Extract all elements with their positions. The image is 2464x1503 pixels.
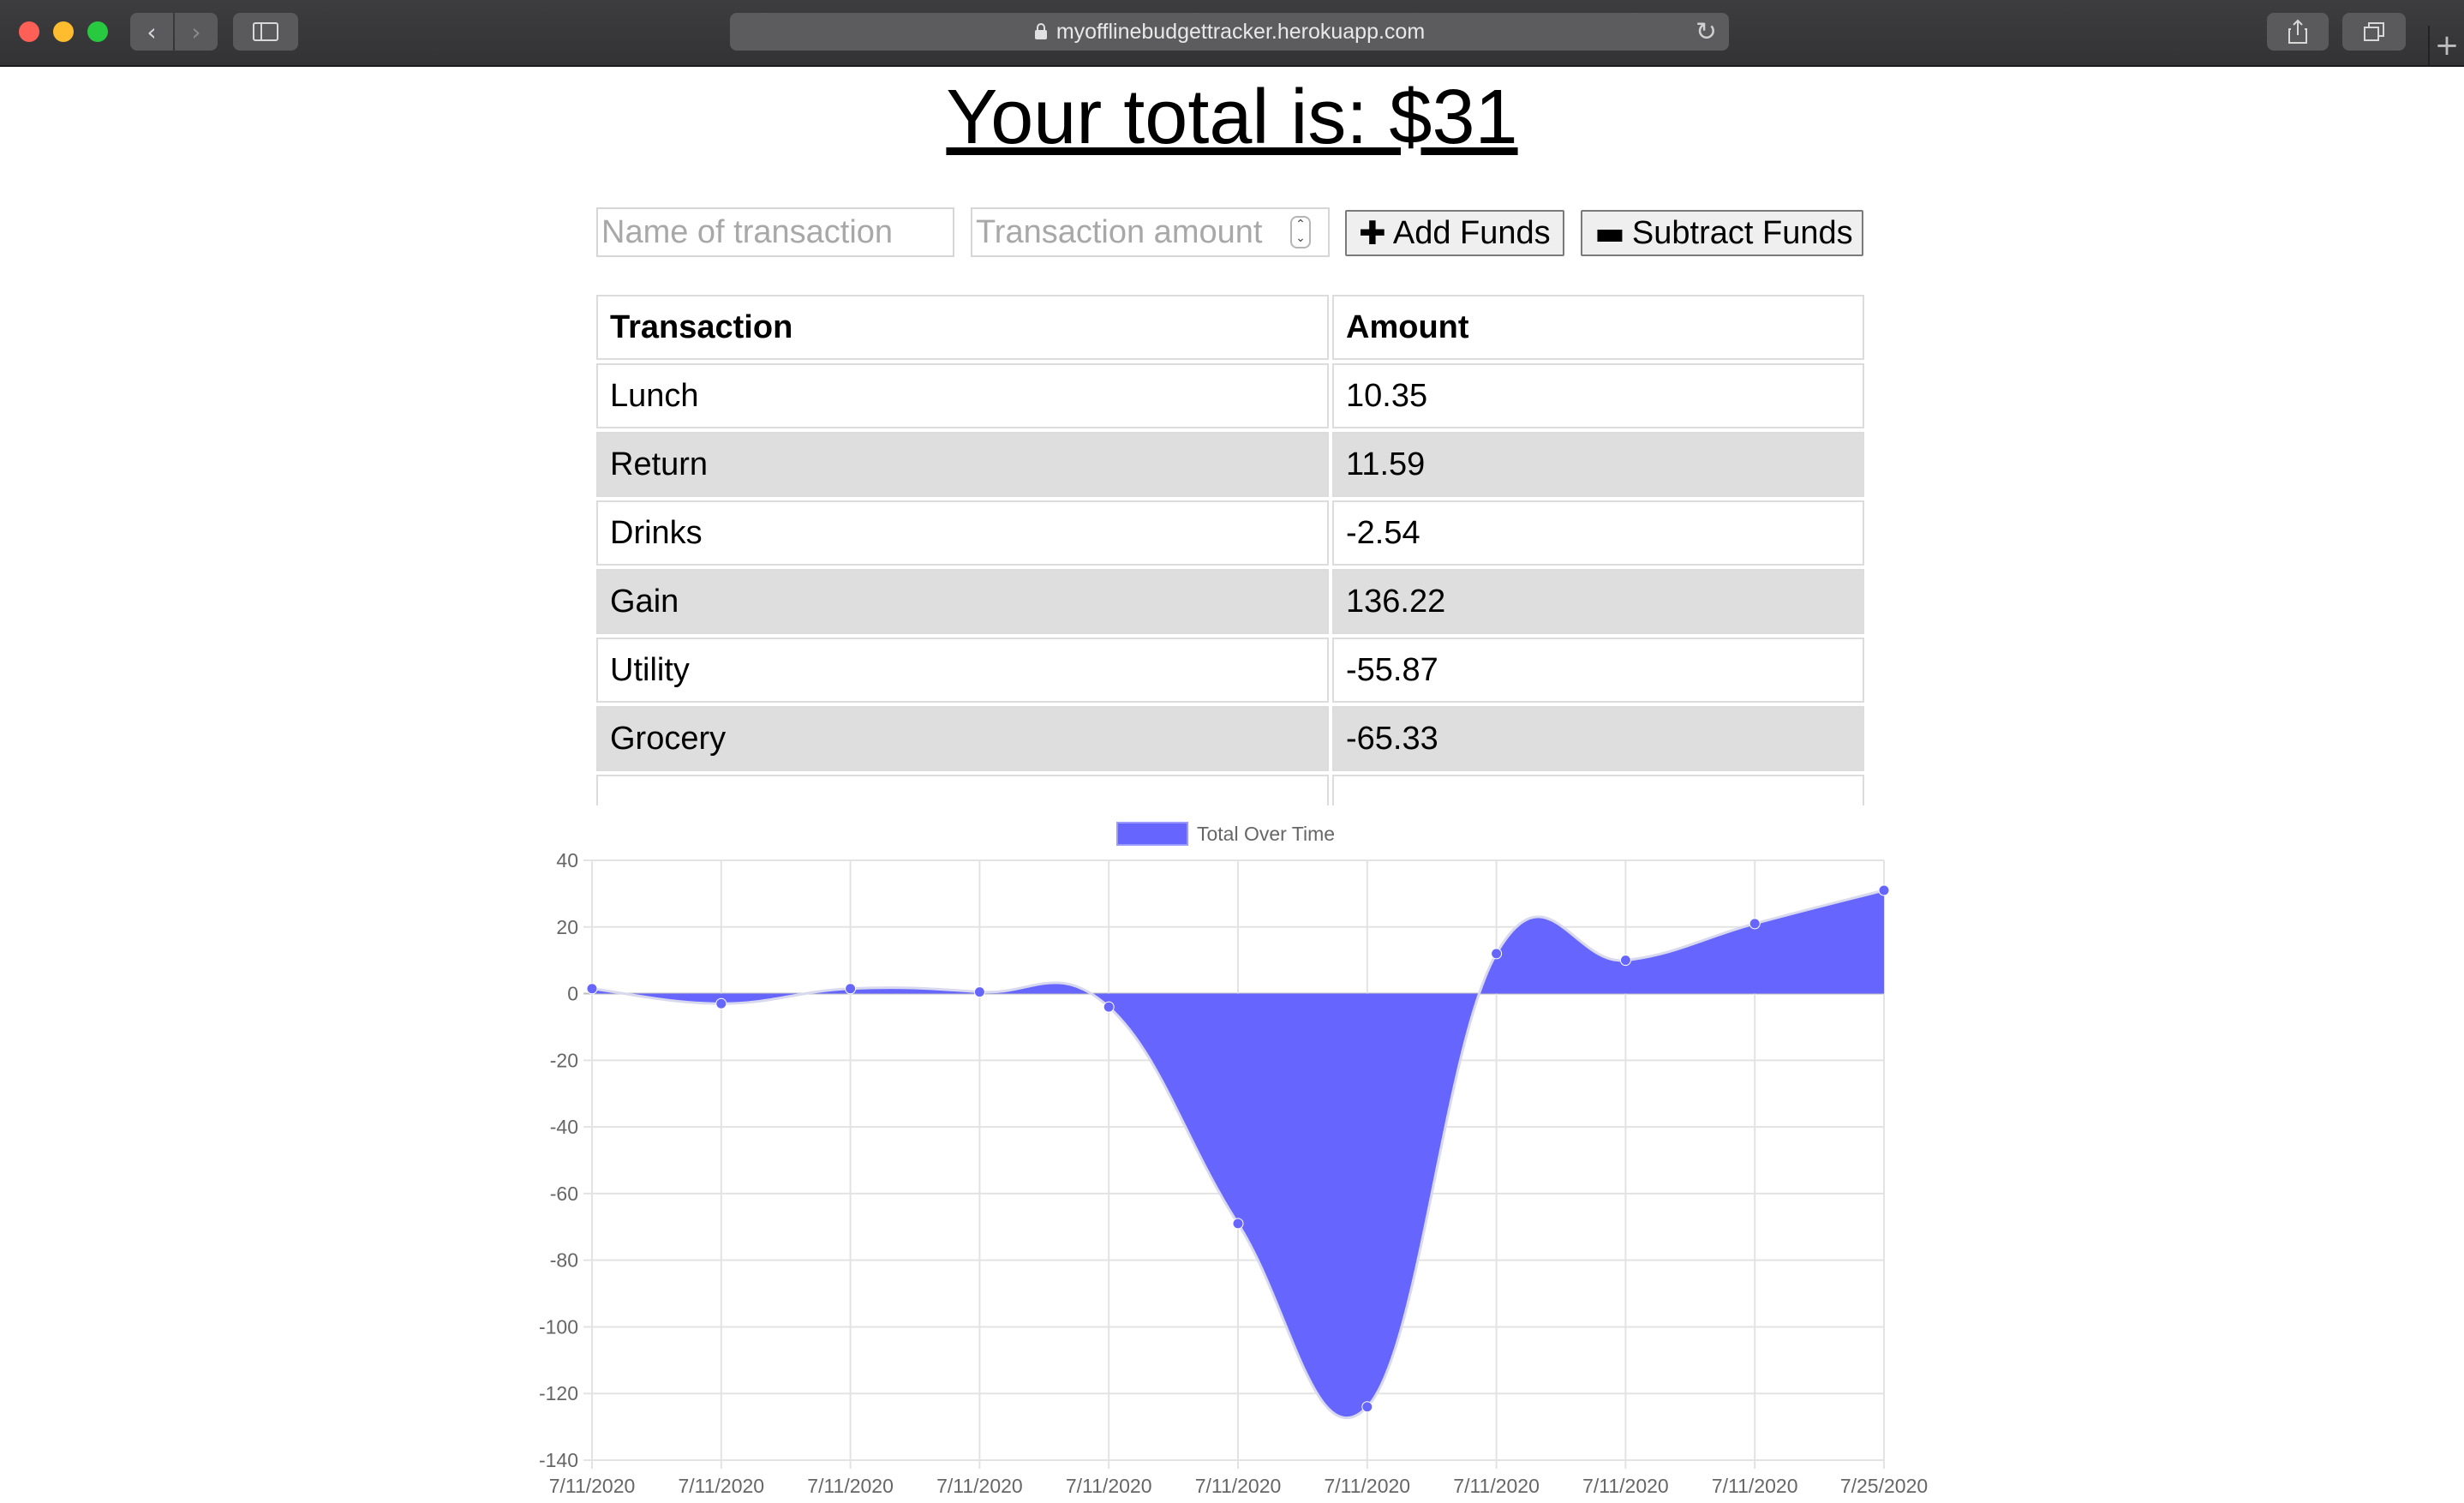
data-point xyxy=(845,983,857,995)
x-tick-label: 7/11/2020 xyxy=(1712,1475,1798,1497)
x-tick-label: 7/11/2020 xyxy=(807,1475,894,1497)
tab-overview-button[interactable] xyxy=(2342,13,2406,51)
x-tick-label: 7/11/2020 xyxy=(1453,1475,1540,1497)
add-funds-label: Add Funds xyxy=(1392,214,1551,251)
data-point xyxy=(1232,1218,1244,1230)
x-tick-label: 7/11/2020 xyxy=(549,1475,636,1497)
table-row xyxy=(596,775,1864,805)
add-funds-button[interactable]: ✚ Add Funds xyxy=(1345,210,1564,256)
table-header-row: Transaction Amount xyxy=(596,295,1864,360)
subtract-funds-button[interactable]: ▬ Subtract Funds xyxy=(1581,210,1863,256)
data-point xyxy=(715,997,727,1009)
reload-icon[interactable]: ↻ xyxy=(1695,17,1717,47)
share-icon xyxy=(2288,19,2307,44)
x-tick-label: 7/25/2020 xyxy=(1840,1475,1928,1497)
chevron-left-icon: ‹ xyxy=(147,17,157,46)
close-window-button[interactable] xyxy=(19,21,39,42)
transaction-name-cell: Drinks xyxy=(596,500,1329,566)
tabs-overview-icon xyxy=(2364,22,2384,41)
transaction-amount-cell: -2.54 xyxy=(1332,500,1864,566)
transactions-table: Transaction Amount Lunch 10.35 Return 11… xyxy=(596,295,1864,805)
column-header-transaction: Transaction xyxy=(596,295,1329,360)
y-tick-label: -120 xyxy=(539,1382,578,1404)
new-tab-button[interactable]: + xyxy=(2428,26,2464,65)
sidebar-toggle-button[interactable] xyxy=(233,13,298,51)
y-tick-label: -60 xyxy=(550,1183,578,1205)
total-heading: Your total is: $31 xyxy=(946,75,1518,160)
chevron-right-icon: › xyxy=(191,17,201,46)
y-tick-label: 0 xyxy=(567,983,578,1005)
y-tick-label: 40 xyxy=(556,849,578,871)
data-point xyxy=(1749,918,1761,930)
subtract-funds-label: Subtract Funds xyxy=(1631,214,1853,251)
forward-button[interactable]: › xyxy=(175,13,218,51)
x-tick-label: 7/11/2020 xyxy=(936,1475,1023,1497)
column-header-amount: Amount xyxy=(1332,295,1864,360)
data-point xyxy=(1619,955,1631,967)
url-text: myofflinebudgettracker.herokuapp.com xyxy=(1056,19,1426,44)
y-tick-label: 20 xyxy=(556,916,578,938)
transaction-amount-cell xyxy=(1332,775,1864,805)
back-button[interactable]: ‹ xyxy=(130,13,173,51)
amount-stepper[interactable]: ⌃ ⌄ xyxy=(1290,216,1311,249)
lock-icon xyxy=(1034,23,1047,39)
transaction-amount-cell: 10.35 xyxy=(1332,363,1864,428)
data-point xyxy=(1103,1001,1115,1013)
data-point xyxy=(1361,1401,1373,1413)
x-tick-label: 7/11/2020 xyxy=(1195,1475,1282,1497)
table-row: Return 11.59 xyxy=(596,432,1864,497)
transaction-amount-cell: 11.59 xyxy=(1332,432,1864,497)
legend-label: Total Over Time xyxy=(1197,823,1335,845)
share-button[interactable] xyxy=(2267,13,2329,51)
browser-toolbar: ‹ › myofflinebudgettracker.herokuapp.com… xyxy=(0,0,2464,67)
transactions-table-container[interactable]: Transaction Amount Lunch 10.35 Return 11… xyxy=(596,295,1864,805)
y-tick-label: -80 xyxy=(550,1249,578,1272)
y-tick-label: -100 xyxy=(539,1315,578,1338)
table-row: Utility -55.87 xyxy=(596,638,1864,703)
plus-icon: ✚ xyxy=(1359,214,1386,252)
transaction-form: ⌃⌄ ✚ Add Funds ▬ Subtract Funds xyxy=(0,207,2464,257)
data-point xyxy=(1491,948,1503,960)
y-tick-label: -40 xyxy=(550,1116,578,1138)
x-tick-label: 7/11/2020 xyxy=(1582,1475,1669,1497)
zoom-window-button[interactable] xyxy=(87,21,108,42)
transaction-amount-cell: -55.87 xyxy=(1332,638,1864,703)
transaction-name-input[interactable] xyxy=(596,207,954,257)
transaction-amount-input[interactable] xyxy=(971,207,1330,257)
total-over-time-chart: 40 20 0 -20 -40 -60 -80 -100 -120 -140 7/11/2020 7/… xyxy=(539,822,1928,1497)
address-bar[interactable]: myofflinebudgettracker.herokuapp.com ↻ xyxy=(730,13,1729,51)
plus-icon: + xyxy=(2434,28,2460,63)
table-row: Drinks -2.54 xyxy=(596,500,1864,566)
y-tick-label: -140 xyxy=(539,1449,578,1471)
y-tick-label: -20 xyxy=(550,1049,578,1071)
transaction-name-cell: Return xyxy=(596,432,1329,497)
transaction-amount-cell: 136.22 xyxy=(1332,569,1864,634)
data-point xyxy=(1878,884,1890,896)
table-row: Gain 136.22 xyxy=(596,569,1864,634)
minimize-window-button[interactable] xyxy=(53,21,74,42)
x-tick-label: 7/11/2020 xyxy=(678,1475,764,1497)
data-point xyxy=(973,986,985,998)
legend-swatch xyxy=(1116,822,1188,846)
transaction-name-cell: Grocery xyxy=(596,706,1329,771)
data-point xyxy=(586,983,598,995)
minus-icon: ▬ xyxy=(1594,214,1625,252)
transaction-name-cell: Utility xyxy=(596,638,1329,703)
transaction-name-cell xyxy=(596,775,1329,805)
table-row: Lunch 10.35 xyxy=(596,363,1864,428)
transaction-name-cell: Lunch xyxy=(596,363,1329,428)
transaction-name-cell: Gain xyxy=(596,569,1329,634)
table-row: Grocery -65.33 xyxy=(596,706,1864,771)
x-tick-label: 7/11/2020 xyxy=(1066,1475,1152,1497)
x-tick-label: 7/11/2020 xyxy=(1324,1475,1410,1497)
transaction-amount-cell: -65.33 xyxy=(1332,706,1864,771)
sidebar-icon xyxy=(253,22,278,41)
